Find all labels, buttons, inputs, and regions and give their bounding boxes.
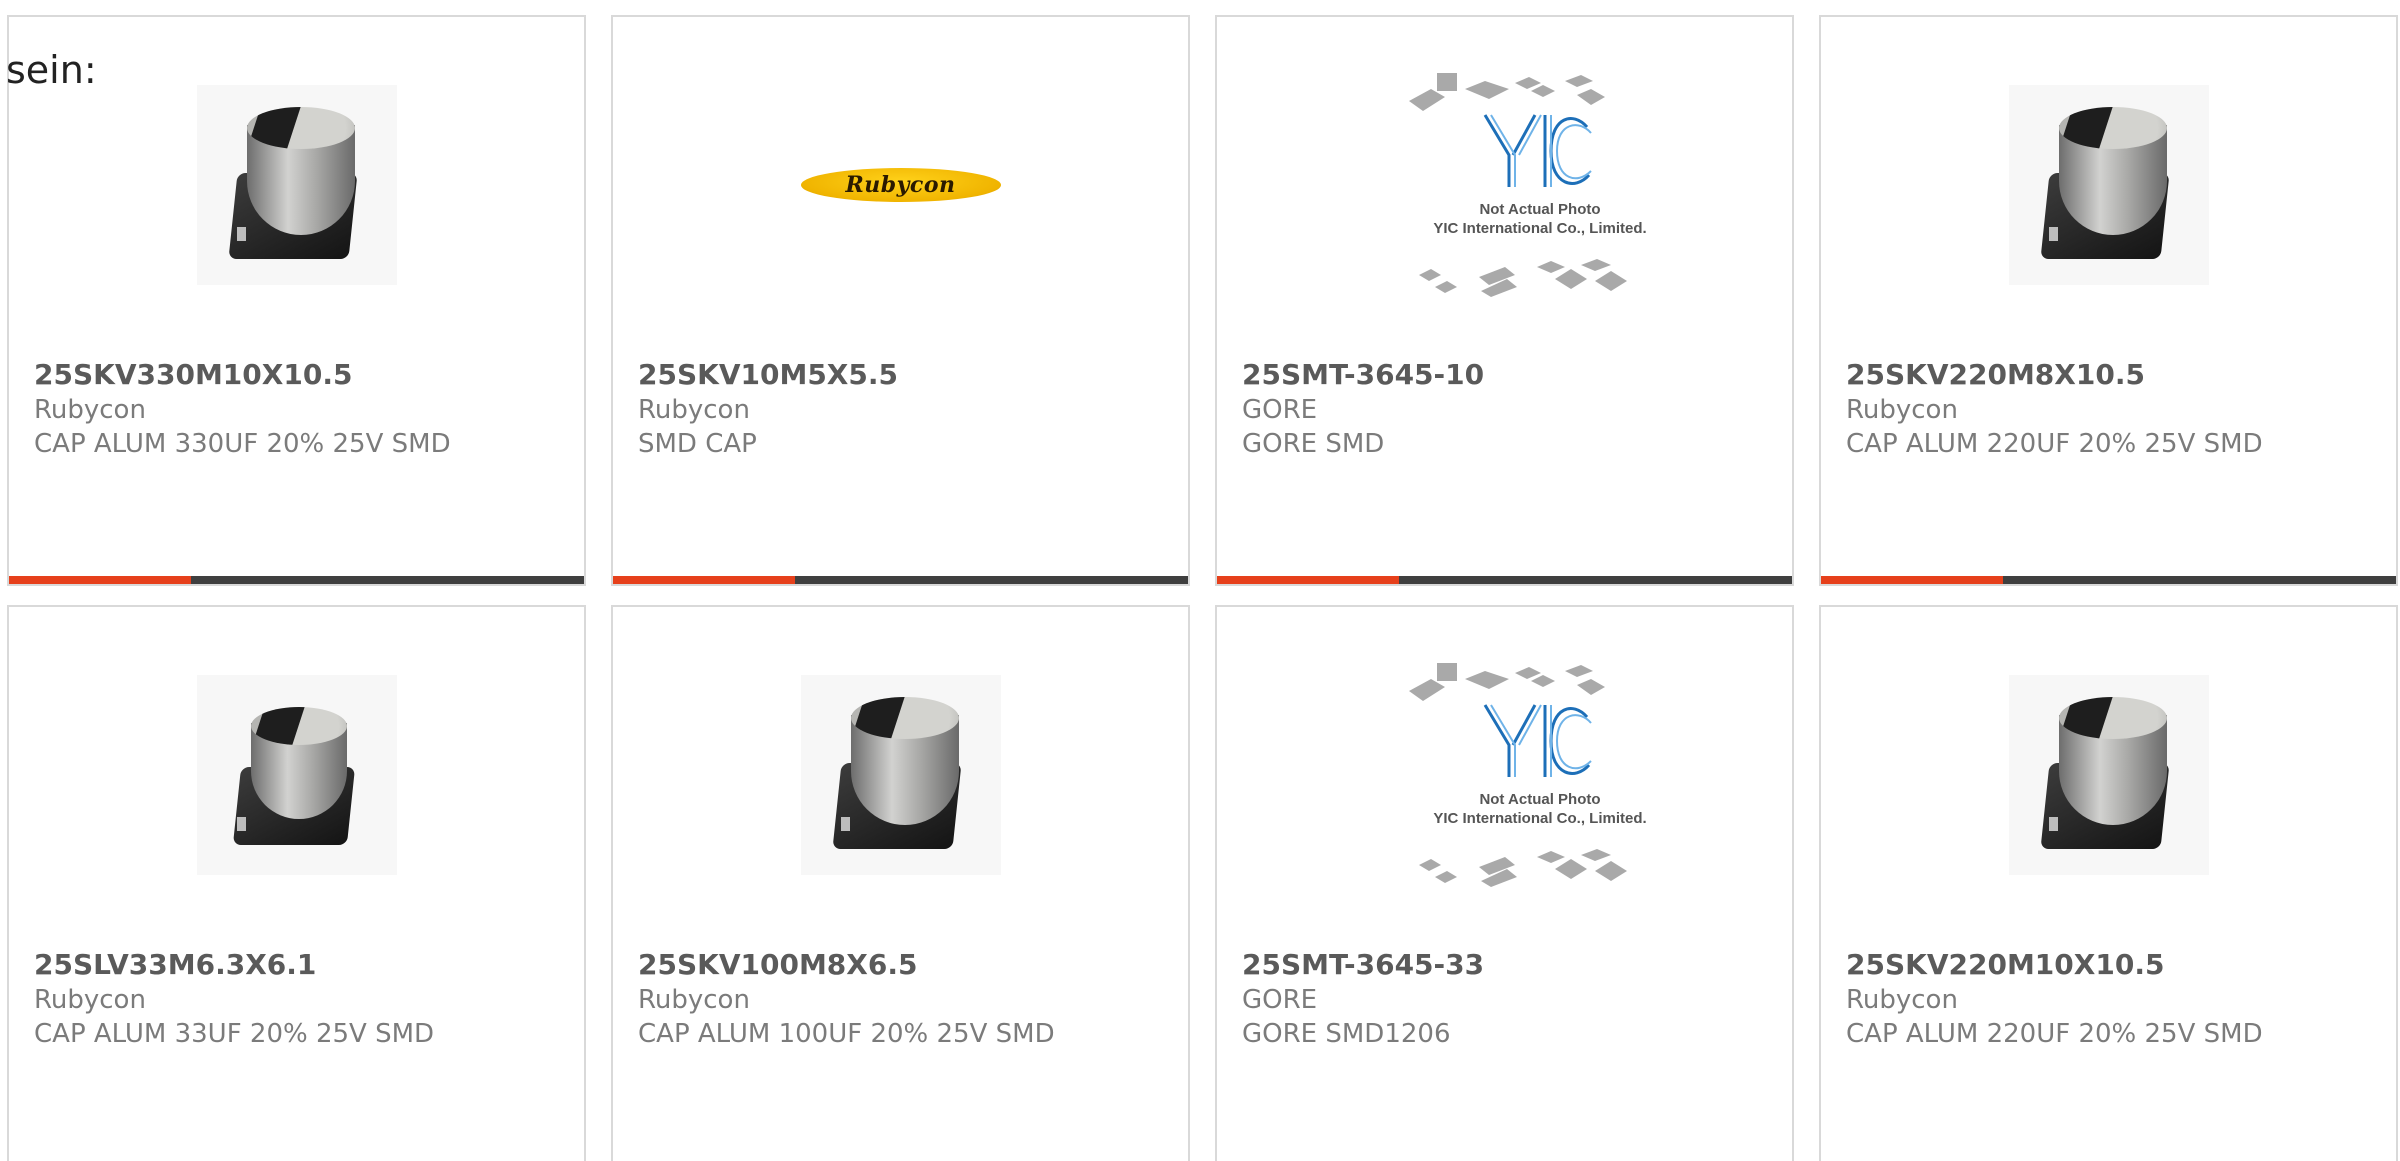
product-description: CAP ALUM 220UF 20% 25V SMD [1846,1019,2263,1049]
product-description: CAP ALUM 330UF 20% 25V SMD [34,429,451,459]
product-image[interactable]: Not Actual Photo YIC International Co., … [1405,663,1646,887]
capacitor-photo-icon [800,675,1001,875]
product-info: 25SMT-3645-10 GORE GORE SMD [1242,357,1776,461]
product-card[interactable]: Rubycon 25SKV10M5X5.5 Rubycon SMD CAP [611,15,1190,586]
not-actual-photo-icon: Not Actual Photo YIC International Co., … [1405,65,1646,305]
card-accent [613,576,795,584]
product-image[interactable]: Rubycon [800,85,1001,285]
product-info: 25SKV330M10X10.5 Rubycon CAP ALUM 330UF … [34,357,568,461]
product-card[interactable]: 25SKV220M10X10.5 Rubycon CAP ALUM 220UF … [1819,605,2398,1161]
product-info: 25SKV100M8X6.5 Rubycon CAP ALUM 100UF 20… [638,947,1172,1051]
product-card[interactable]: 25SKV100M8X6.5 Rubycon CAP ALUM 100UF 20… [611,605,1190,1161]
product-info: 25SLV33M6.3X6.1 Rubycon CAP ALUM 33UF 20… [34,947,568,1051]
product-image[interactable] [800,675,1001,875]
part-number[interactable]: 25SMT-3645-10 [1242,357,1776,393]
product-image[interactable]: Not Actual Photo YIC International Co., … [1405,73,1646,297]
lead-text: sein: [6,48,97,92]
card-accent [1821,576,2003,584]
capacitor-photo-icon [196,675,397,875]
capacitor-photo-icon [2008,85,2209,285]
manufacturer: GORE [1242,985,1318,1015]
manufacturer: Rubycon [1846,395,1958,425]
part-number[interactable]: 25SKV220M8X10.5 [1846,357,2380,393]
manufacturer: Rubycon [638,985,750,1015]
product-grid: 25SKV330M10X10.5 Rubycon CAP ALUM 330UF … [7,15,2398,1161]
product-description: CAP ALUM 100UF 20% 25V SMD [638,1019,1055,1049]
card-bottom-bar [1821,576,2396,584]
product-description: SMD CAP [638,429,757,459]
product-card[interactable]: Not Actual Photo YIC International Co., … [1215,605,1794,1161]
product-image[interactable] [2008,85,2209,285]
product-image[interactable] [196,85,397,285]
manufacturer: Rubycon [34,395,146,425]
manufacturer: GORE [1242,395,1318,425]
product-grid-page: sein: 25SKV330M10X10.5 Rubycon CAP ALUM … [0,0,2400,1161]
product-description: GORE SMD [1242,429,1385,459]
product-image[interactable] [196,675,397,875]
card-bottom-bar [9,576,584,584]
product-description: GORE SMD1206 [1242,1019,1451,1049]
part-number[interactable]: 25SKV330M10X10.5 [34,357,568,393]
product-image[interactable] [2008,675,2209,875]
manufacturer: Rubycon [638,395,750,425]
card-bottom-bar [613,576,1188,584]
card-accent [1217,576,1399,584]
placeholder-line2: YIC International Co., Limited. [1433,220,1646,237]
product-card[interactable]: 25SKV330M10X10.5 Rubycon CAP ALUM 330UF … [7,15,586,586]
part-number[interactable]: 25SLV33M6.3X6.1 [34,947,568,983]
product-description: CAP ALUM 33UF 20% 25V SMD [34,1019,435,1049]
product-info: 25SKV220M8X10.5 Rubycon CAP ALUM 220UF 2… [1846,357,2380,461]
product-description: CAP ALUM 220UF 20% 25V SMD [1846,429,2263,459]
product-card[interactable]: Not Actual Photo YIC International Co., … [1215,15,1794,586]
part-number[interactable]: 25SKV10M5X5.5 [638,357,1172,393]
placeholder-line2: YIC International Co., Limited. [1433,810,1646,827]
product-card[interactable]: 25SLV33M6.3X6.1 Rubycon CAP ALUM 33UF 20… [7,605,586,1161]
placeholder-line1: Not Actual Photo [1479,201,1600,218]
product-card[interactable]: 25SKV220M8X10.5 Rubycon CAP ALUM 220UF 2… [1819,15,2398,586]
capacitor-photo-icon [2008,675,2209,875]
rubycon-logo-icon: Rubycon [800,168,1001,202]
manufacturer: Rubycon [1846,985,1958,1015]
capacitor-photo-icon [196,85,397,285]
part-number[interactable]: 25SMT-3645-33 [1242,947,1776,983]
part-number[interactable]: 25SKV220M10X10.5 [1846,947,2380,983]
manufacturer: Rubycon [34,985,146,1015]
product-info: 25SKV10M5X5.5 Rubycon SMD CAP [638,357,1172,461]
card-accent [9,576,191,584]
not-actual-photo-icon: Not Actual Photo YIC International Co., … [1405,655,1646,895]
part-number[interactable]: 25SKV100M8X6.5 [638,947,1172,983]
product-info: 25SKV220M10X10.5 Rubycon CAP ALUM 220UF … [1846,947,2380,1051]
placeholder-line1: Not Actual Photo [1479,791,1600,808]
product-info: 25SMT-3645-33 GORE GORE SMD1206 [1242,947,1776,1051]
card-bottom-bar [1217,576,1792,584]
